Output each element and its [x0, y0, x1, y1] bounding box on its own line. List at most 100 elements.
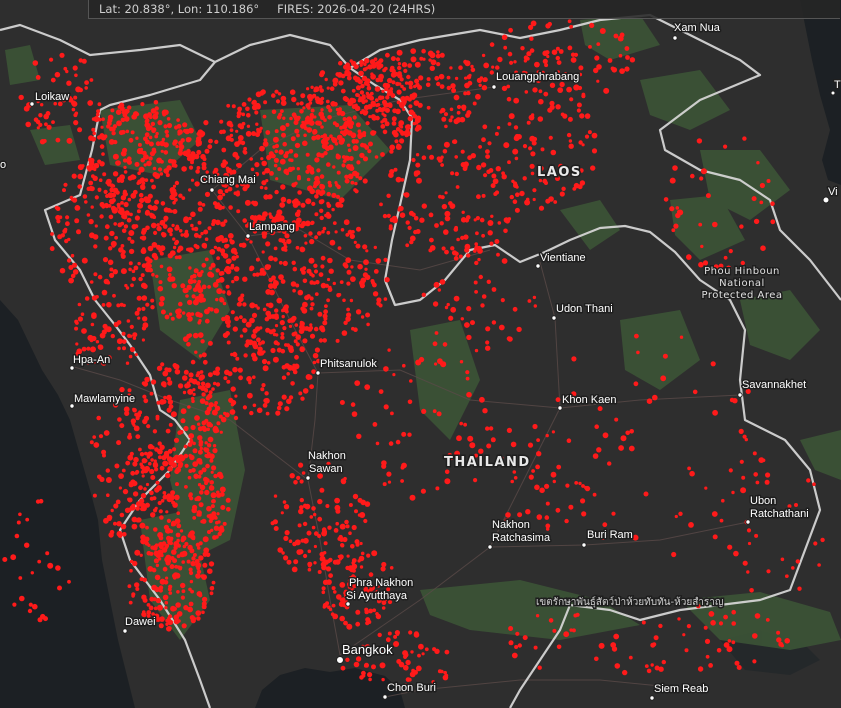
fire-hotspot[interactable]: [329, 239, 336, 246]
fire-hotspot[interactable]: [436, 50, 440, 54]
fire-hotspot[interactable]: [127, 175, 133, 181]
fire-hotspot[interactable]: [532, 423, 538, 430]
fire-hotspot[interactable]: [128, 261, 133, 266]
fire-hotspot[interactable]: [230, 265, 235, 270]
fire-hotspot[interactable]: [160, 159, 164, 164]
fire-hotspot[interactable]: [181, 623, 187, 629]
fire-hotspot[interactable]: [123, 170, 128, 174]
fire-hotspot[interactable]: [495, 166, 501, 172]
fire-hotspot[interactable]: [319, 70, 326, 76]
fire-hotspot[interactable]: [44, 122, 48, 127]
fire-hotspot[interactable]: [370, 73, 376, 80]
fire-hotspot[interactable]: [234, 251, 238, 256]
fire-hotspot[interactable]: [610, 642, 617, 648]
fire-hotspot[interactable]: [50, 77, 56, 83]
fire-hotspot[interactable]: [130, 283, 134, 288]
fire-hotspot[interactable]: [313, 326, 319, 332]
fire-hotspot[interactable]: [192, 448, 198, 454]
fire-hotspot[interactable]: [242, 218, 247, 223]
fire-hotspot[interactable]: [321, 586, 326, 591]
fire-hotspot[interactable]: [246, 113, 251, 118]
fire-hotspot[interactable]: [223, 411, 227, 416]
fire-hotspot[interactable]: [704, 638, 711, 645]
fire-hotspot[interactable]: [365, 66, 369, 70]
fire-hotspot[interactable]: [544, 181, 548, 185]
fire-hotspot[interactable]: [421, 155, 427, 160]
fire-hotspot[interactable]: [391, 116, 397, 122]
fire-hotspot[interactable]: [222, 290, 226, 294]
fire-hotspot[interactable]: [435, 486, 440, 491]
fire-hotspot[interactable]: [173, 614, 180, 621]
fire-hotspot[interactable]: [520, 46, 525, 51]
fire-hotspot[interactable]: [716, 648, 722, 653]
fire-hotspot[interactable]: [92, 493, 97, 498]
fire-hotspot[interactable]: [678, 511, 683, 516]
fire-hotspot[interactable]: [209, 485, 213, 489]
fire-hotspot[interactable]: [304, 326, 310, 331]
fire-hotspot[interactable]: [135, 501, 142, 507]
fire-hotspot[interactable]: [196, 381, 201, 386]
fire-hotspot[interactable]: [188, 247, 194, 253]
fire-hotspot[interactable]: [129, 568, 133, 573]
fire-hotspot[interactable]: [654, 665, 660, 671]
fire-hotspot[interactable]: [149, 115, 153, 120]
fire-hotspot[interactable]: [407, 63, 413, 68]
fire-hotspot[interactable]: [187, 544, 193, 551]
fire-hotspot[interactable]: [280, 279, 286, 284]
fire-hotspot[interactable]: [144, 199, 149, 204]
fire-hotspot[interactable]: [249, 157, 253, 161]
fire-hotspot[interactable]: [134, 310, 140, 316]
fire-hotspot[interactable]: [214, 401, 219, 405]
fire-hotspot[interactable]: [679, 335, 684, 339]
fire-hotspot[interactable]: [197, 129, 204, 136]
fire-hotspot[interactable]: [322, 320, 328, 326]
fire-hotspot[interactable]: [232, 326, 238, 332]
fire-hotspot[interactable]: [460, 235, 465, 240]
fire-hotspot[interactable]: [256, 407, 263, 414]
fire-hotspot[interactable]: [340, 130, 344, 134]
fire-hotspot[interactable]: [382, 99, 387, 105]
fire-hotspot[interactable]: [316, 168, 321, 173]
fire-hotspot[interactable]: [464, 218, 470, 223]
fire-hotspot[interactable]: [360, 277, 367, 284]
fire-hotspot[interactable]: [342, 95, 348, 102]
fire-hotspot[interactable]: [791, 566, 795, 570]
fire-hotspot[interactable]: [307, 549, 312, 554]
fire-hotspot[interactable]: [319, 174, 325, 179]
fire-hotspot[interactable]: [163, 168, 170, 174]
fire-hotspot[interactable]: [354, 139, 359, 144]
fire-hotspot[interactable]: [264, 186, 268, 190]
fire-hotspot[interactable]: [292, 202, 299, 208]
fire-hotspot[interactable]: [387, 348, 391, 352]
fire-hotspot[interactable]: [288, 324, 293, 328]
fire-hotspot[interactable]: [73, 120, 79, 126]
fire-hotspot[interactable]: [506, 427, 512, 433]
fire-hotspot[interactable]: [340, 88, 346, 94]
fire-hotspot[interactable]: [357, 497, 363, 503]
fire-hotspot[interactable]: [147, 566, 154, 572]
fire-hotspot[interactable]: [594, 656, 599, 662]
fire-hotspot[interactable]: [421, 292, 426, 297]
fire-hotspot[interactable]: [508, 113, 515, 120]
fire-hotspot[interactable]: [55, 565, 61, 571]
fire-hotspot[interactable]: [198, 502, 204, 508]
fire-hotspot[interactable]: [565, 483, 570, 488]
fire-hotspot[interactable]: [326, 559, 331, 564]
fire-hotspot[interactable]: [153, 527, 158, 532]
fire-hotspot[interactable]: [183, 216, 190, 223]
fire-hotspot[interactable]: [49, 246, 55, 252]
fire-hotspot[interactable]: [360, 551, 365, 556]
fire-hotspot[interactable]: [381, 677, 385, 682]
fire-hotspot[interactable]: [415, 162, 421, 168]
fire-hotspot[interactable]: [98, 178, 103, 182]
fire-hotspot[interactable]: [127, 584, 132, 589]
fire-hotspot[interactable]: [97, 102, 102, 107]
fire-hotspot[interactable]: [677, 617, 681, 621]
fire-hotspot[interactable]: [94, 195, 99, 200]
fire-hotspot[interactable]: [10, 554, 17, 561]
fire-hotspot[interactable]: [131, 421, 135, 426]
fire-hotspot[interactable]: [182, 390, 187, 395]
fire-hotspot[interactable]: [157, 500, 162, 506]
fire-hotspot[interactable]: [195, 244, 200, 250]
city-label-ubon-2[interactable]: Ratchathani: [749, 507, 811, 522]
